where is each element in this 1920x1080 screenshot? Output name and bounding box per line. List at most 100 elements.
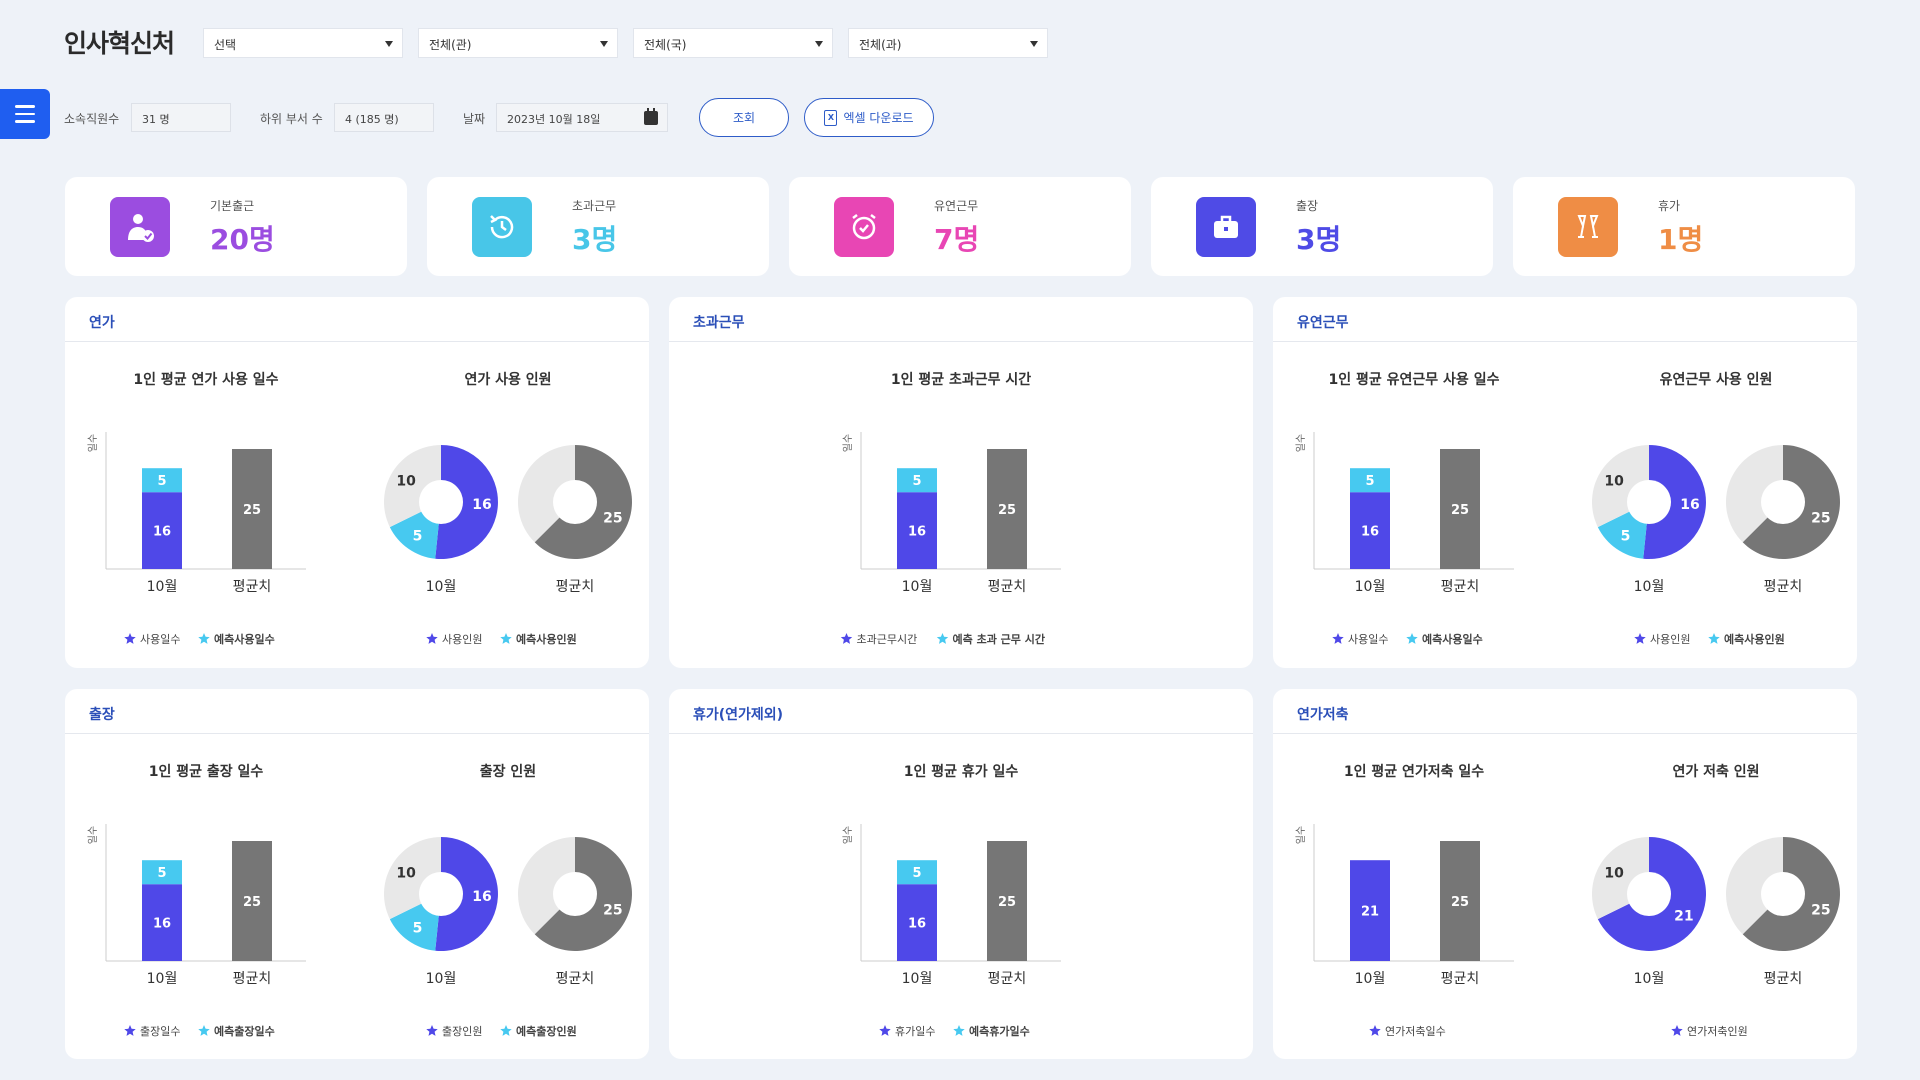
stat-value: 20명 xyxy=(210,223,275,256)
panel-leave-savings: 연가저축 1인 평균 연가저축 일수 일수 21 25 10월 평균치 연가저축일수 연가 저… xyxy=(1273,689,1857,1059)
legend-star-icon xyxy=(198,633,210,644)
legend-label: 예측사용인원 xyxy=(516,632,577,646)
stat-card-flex: 유연근무 7명 xyxy=(789,177,1131,276)
panel-charts: 1인 평균 연가저축 일수일수 21 25 10월 평균치연가저축일수 연가 저축 인원 2… xyxy=(1295,763,1840,1038)
pie-month-label: 10월 xyxy=(1634,579,1665,595)
select-division[interactable]: 전체(과) xyxy=(848,28,1048,58)
pie-month-label: 10월 xyxy=(426,971,457,987)
legend-star-icon xyxy=(879,1025,891,1036)
bar-predicted-label: 5 xyxy=(157,866,166,881)
briefcase-icon xyxy=(1196,197,1256,257)
stat-value: 3명 xyxy=(572,223,618,256)
pie-month-label: 10월 xyxy=(426,579,457,595)
pie-chart-title: 출장 인원 xyxy=(480,763,536,780)
pie-month-slice-label: 10 xyxy=(1604,473,1624,489)
stat-label: 초과근무 xyxy=(572,199,617,213)
y-axis-label: 일수 xyxy=(842,826,854,844)
y-axis-label: 일수 xyxy=(842,434,854,452)
pie-average-label: 평균치 xyxy=(556,971,595,987)
bar-average-label: 25 xyxy=(998,503,1016,518)
panel-charts: 1인 평균 유연근무 사용 일수일수 16 5 25 10월 평균치사용일수 예측사용일수 유… xyxy=(1295,371,1840,646)
bar-average-label: 25 xyxy=(1451,503,1469,518)
bar-predicted-label: 5 xyxy=(157,474,166,489)
champagne-icon xyxy=(1558,197,1618,257)
pie-month-slice-label: 5 xyxy=(1621,529,1631,545)
date-picker[interactable]: 2023년 10월 18일 xyxy=(496,103,668,132)
legend-star-icon xyxy=(1332,633,1344,644)
bar-chart-title: 1인 평균 유연근무 사용 일수 xyxy=(1329,371,1500,388)
bar-average-label: 25 xyxy=(1451,895,1469,910)
pie-month-slice-label: 10 xyxy=(396,865,416,881)
menu-button[interactable] xyxy=(0,89,50,139)
legend-star-icon xyxy=(124,1025,136,1036)
stat-card-vacation: 휴가 1명 xyxy=(1513,177,1855,276)
bar-chart-title: 1인 평균 초과근무 시간 xyxy=(891,371,1031,388)
x-tick-label: 10월 xyxy=(902,579,933,595)
user-check-icon xyxy=(110,197,170,257)
bar-predicted-label: 5 xyxy=(912,866,921,881)
hamburger-icon xyxy=(15,105,35,108)
legend-star-icon xyxy=(1671,1025,1683,1036)
bar-used-label: 16 xyxy=(153,917,171,932)
select-department[interactable]: 전체(국) xyxy=(633,28,833,58)
legend-label: 예측 초과 근무 시간 xyxy=(953,632,1045,646)
select-department-value: 전체(국) xyxy=(644,38,687,52)
pie-average-slice-label: 25 xyxy=(1811,511,1830,527)
x-tick-label: 10월 xyxy=(147,971,178,987)
select-org[interactable]: 선택 xyxy=(203,28,403,58)
pie-average-label: 평균치 xyxy=(556,579,595,595)
pie-month-label: 10월 xyxy=(1634,971,1665,987)
panel-overtime: 초과근무 1인 평균 초과근무 시간 일수 16 5 25 10월 평균치 초과근무시간 예측 … xyxy=(669,297,1253,668)
pie-chart-title: 연가 저축 인원 xyxy=(1672,763,1759,780)
bar-average-label: 25 xyxy=(243,895,261,910)
legend-label: 출장일수 xyxy=(140,1024,180,1038)
stat-value: 7명 xyxy=(934,223,980,256)
page-title: 인사혁신처 xyxy=(64,29,175,58)
legend-star-icon xyxy=(500,1025,512,1036)
pie-month-slice-label: 16 xyxy=(472,889,491,905)
bar-chart-title: 1인 평균 휴가 일수 xyxy=(904,763,1019,780)
bar-used-label: 16 xyxy=(1361,525,1379,540)
calendar-icon[interactable] xyxy=(644,108,658,125)
legend-label: 사용일수 xyxy=(1348,632,1388,646)
pie-month-hole xyxy=(419,480,463,524)
search-button[interactable]: 조회 xyxy=(699,98,789,137)
pie-month-hole xyxy=(1627,872,1671,916)
legend-label: 휴가일수 xyxy=(895,1024,935,1038)
x-tick-label: 평균치 xyxy=(1441,579,1480,595)
stat-label: 휴가 xyxy=(1658,199,1681,213)
legend-star-icon xyxy=(840,633,853,644)
panel-charts: 1인 평균 휴가 일수일수 16 5 25 10월 평균치휴가일수 예측휴가일수 xyxy=(842,763,1061,1038)
staff-count-label: 소속직원수 xyxy=(64,112,120,126)
pie-month-hole xyxy=(1627,480,1671,524)
sub-dept-label: 하위 부서 수 xyxy=(260,112,323,126)
x-tick-label: 평균치 xyxy=(988,579,1027,595)
x-tick-label: 10월 xyxy=(1355,971,1386,987)
stat-label: 유연근무 xyxy=(934,199,979,213)
pie-average-label: 평균치 xyxy=(1764,579,1803,595)
legend-label: 연가저축인원 xyxy=(1687,1025,1748,1038)
legend-label: 사용인원 xyxy=(1650,633,1690,646)
legend-star-icon xyxy=(500,633,512,644)
chevron-down-icon xyxy=(600,41,608,47)
chevron-down-icon xyxy=(385,41,393,47)
staff-count-field: 31 명 xyxy=(131,103,231,132)
bar-chart-title: 1인 평균 연가저축 일수 xyxy=(1344,763,1484,780)
pie-month-slice-label: 10 xyxy=(1604,865,1624,881)
legend-star-icon xyxy=(953,1025,965,1036)
clock-history-icon xyxy=(472,197,532,257)
select-division-value: 전체(과) xyxy=(859,38,902,52)
legend-star-icon xyxy=(1708,633,1720,644)
excel-download-button[interactable]: X 엑셀 다운로드 xyxy=(804,98,934,137)
select-bureau[interactable]: 전체(관) xyxy=(418,28,618,58)
bar-used-label: 16 xyxy=(908,525,926,540)
legend-label: 예측사용인원 xyxy=(1724,632,1785,646)
legend-label: 예측출장인원 xyxy=(516,1024,577,1038)
pie-average-slice-label: 25 xyxy=(1811,903,1830,919)
x-tick-label: 평균치 xyxy=(1441,971,1480,987)
x-tick-label: 10월 xyxy=(1355,579,1386,595)
y-axis-label: 일수 xyxy=(87,826,99,844)
legend-star-icon xyxy=(426,633,438,644)
pie-average-hole xyxy=(553,872,597,916)
date-label: 날짜 xyxy=(463,112,486,126)
